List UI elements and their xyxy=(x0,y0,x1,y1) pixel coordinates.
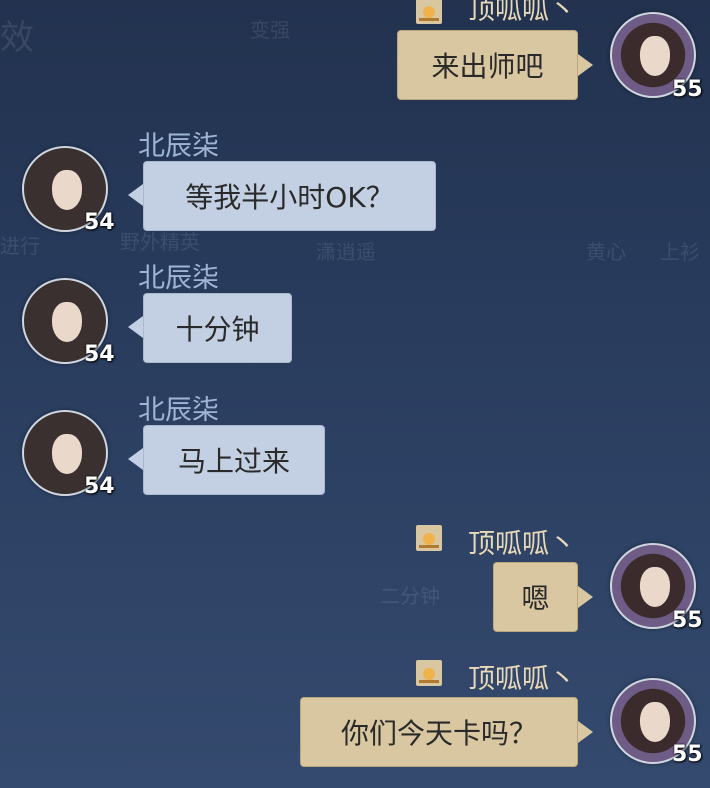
background-text: 黄心 xyxy=(586,240,626,264)
sender-name[interactable]: 北辰柒 xyxy=(138,124,219,163)
background-glyph: 效 xyxy=(0,18,34,58)
background-text: 进行 xyxy=(0,234,40,258)
sender-name[interactable]: 顶呱呱丶 xyxy=(468,657,576,696)
sender-name[interactable]: 北辰柒 xyxy=(138,256,219,295)
sun-icon xyxy=(416,0,442,24)
level-badge: 54 xyxy=(84,474,115,499)
sun-icon xyxy=(416,525,442,551)
message-bubble[interactable]: 嗯 xyxy=(493,562,578,632)
level-badge: 55 xyxy=(672,77,703,102)
message-bubble[interactable]: 等我半小时OK？ xyxy=(143,161,436,231)
sender-name[interactable]: 顶呱呱丶 xyxy=(468,0,576,27)
message-bubble[interactable]: 你们今天卡吗？ xyxy=(300,697,578,767)
background-text: 上衫 xyxy=(660,240,700,264)
message-bubble[interactable]: 来出师吧 xyxy=(397,30,578,100)
level-badge: 54 xyxy=(84,342,115,367)
background-text: 潇逍遥 xyxy=(316,240,376,264)
background-text: 二分钟 xyxy=(380,584,440,608)
message-bubble[interactable]: 马上过来 xyxy=(143,425,325,495)
sun-icon xyxy=(416,660,442,686)
message-bubble[interactable]: 十分钟 xyxy=(143,293,292,363)
sender-name[interactable]: 顶呱呱丶 xyxy=(468,522,576,561)
level-badge: 55 xyxy=(672,608,703,633)
level-badge: 55 xyxy=(672,742,703,767)
background-text: 变强 xyxy=(250,18,290,42)
sender-name[interactable]: 北辰柒 xyxy=(138,388,219,427)
level-badge: 54 xyxy=(84,210,115,235)
